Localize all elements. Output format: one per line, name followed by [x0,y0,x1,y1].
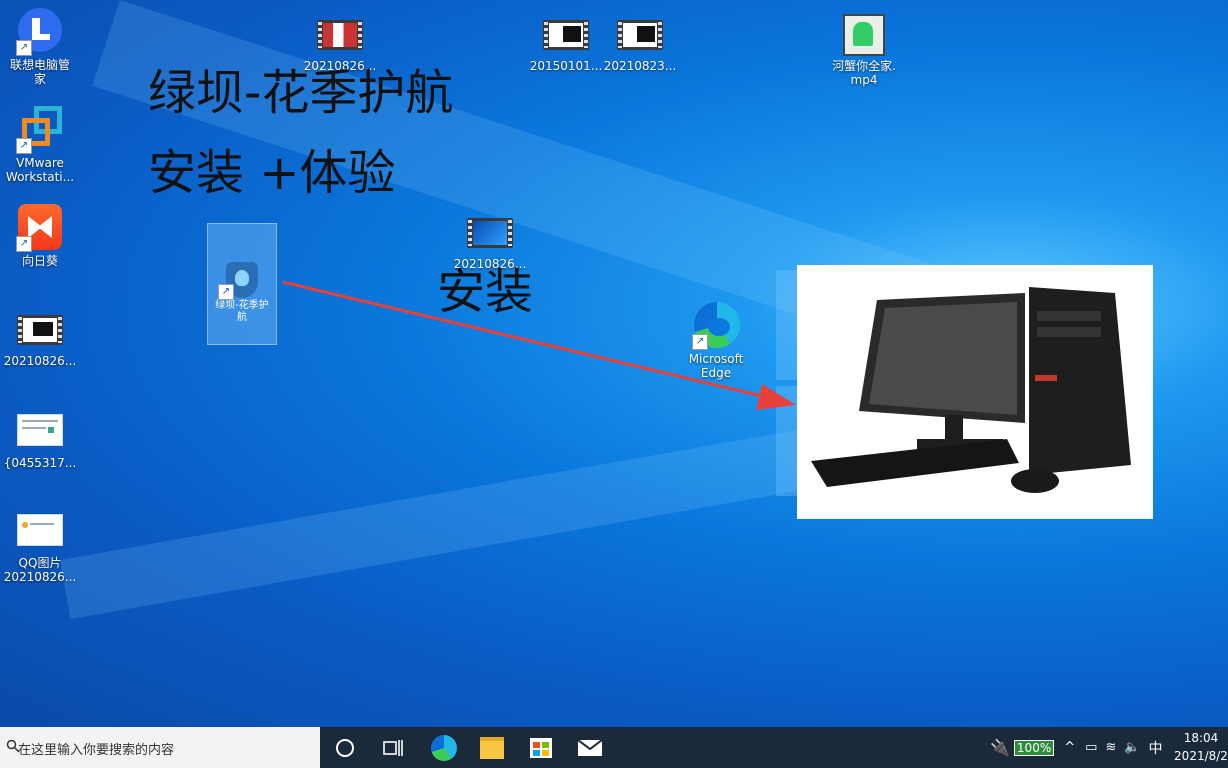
chevron-up-icon[interactable]: ^ [1064,740,1075,755]
task-view-button[interactable] [369,727,417,768]
system-tray: 🔌 100% ^ ▭ ≋ 🔈 中 [990,727,1163,768]
battery-indicator[interactable]: 100% [1013,739,1055,756]
desktop: ↗ 联想电脑管 家 ↗ VMware Workstati... ↗ 向日葵 20… [0,0,1228,727]
power-plug-icon[interactable]: 🔌 [990,738,1010,757]
mail-button[interactable] [566,727,614,768]
usb-device-icon[interactable]: ▭ [1085,740,1097,755]
search-placeholder: 在这里输入你要搜索的内容 [18,743,175,758]
computer-illustration [811,287,1131,493]
taskbar-edge-button[interactable] [420,727,468,768]
folder-icon [480,736,504,759]
mail-icon [578,739,602,756]
clock-date: 2021/8/2 [1174,749,1228,763]
taskbar-clock[interactable]: 18:04 2021/8/2 [1174,729,1228,765]
taskbar-search-box[interactable]: 在这里输入你要搜索的内容 [0,727,320,768]
edge-icon [431,734,457,761]
ime-indicator[interactable]: 中 [1149,738,1163,758]
file-explorer-button[interactable] [468,727,516,768]
volume-icon[interactable]: 🔈 [1124,740,1140,755]
store-button[interactable] [517,727,565,768]
taskbar: 在这里输入你要搜索的内容 🔌 100% ^ ▭ ≋ 🔈 中 18:04 2021… [0,727,1228,768]
cortana-button[interactable] [321,727,369,768]
desktop-computer-image [797,265,1153,519]
clock-time: 18:04 [1183,731,1219,745]
wifi-icon[interactable]: ≋ [1105,740,1116,755]
cortana-circle-icon [336,738,354,757]
store-bag-icon [530,737,552,758]
task-view-icon [383,739,403,756]
